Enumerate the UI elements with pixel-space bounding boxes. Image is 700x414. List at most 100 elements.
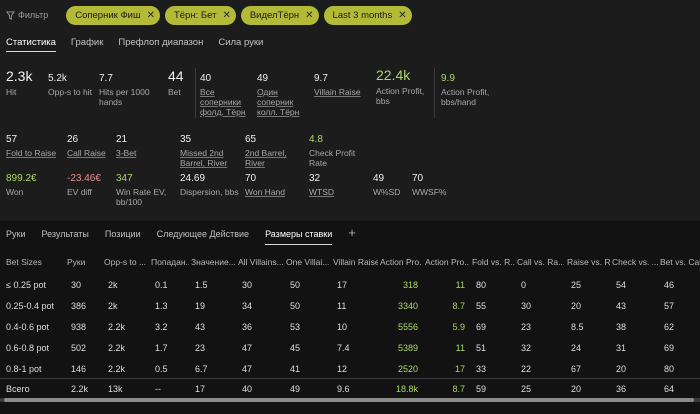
stat-action-profit: 22.4k Action Profit, bbs bbox=[376, 67, 434, 106]
stat-label: EV diff bbox=[67, 187, 92, 197]
stat-value: 70 bbox=[412, 173, 424, 184]
column-header[interactable]: Villain Raise bbox=[333, 257, 378, 267]
stat-label: Call Raise bbox=[67, 148, 106, 158]
table-cell: 2520 bbox=[397, 364, 418, 374]
table-row[interactable]: 0.6-0.8 pot 502 2.2k 1.7 23 47 45 7.4 5389 11 51 32… bbox=[0, 338, 700, 359]
stat-2nd-barrel[interactable]: 65 2nd Barrel, River bbox=[245, 134, 305, 168]
table-cell: 0.25-0.4 pot bbox=[6, 301, 55, 311]
column-header[interactable]: Руки bbox=[67, 257, 101, 267]
table-cell: 43 bbox=[616, 301, 627, 311]
table-cell: 11 bbox=[337, 301, 347, 311]
close-icon[interactable]: ✕ bbox=[147, 10, 155, 21]
table-cell: 36 bbox=[616, 384, 627, 394]
stat-value: 57 bbox=[6, 134, 18, 145]
close-icon[interactable]: ✕ bbox=[398, 10, 406, 21]
table-cell: 0.5 bbox=[155, 364, 168, 374]
filter-chip-period[interactable]: Last 3 months ✕ bbox=[323, 5, 412, 25]
column-header[interactable]: One Villai... bbox=[286, 257, 331, 267]
table-cell: 49 bbox=[290, 384, 301, 394]
stat-three-bet[interactable]: 21 3-Bet bbox=[116, 134, 166, 158]
filter-chip-opponent[interactable]: Соперник Фиш ✕ bbox=[66, 5, 160, 25]
chip-label: Last 3 months bbox=[332, 9, 393, 21]
table-cell: 2.2k bbox=[108, 322, 126, 332]
column-header[interactable]: Raise vs. R... bbox=[567, 257, 610, 267]
table-cell: 7.4 bbox=[337, 343, 350, 353]
scrollbar-thumb[interactable] bbox=[4, 398, 694, 402]
table-cell: 5556 bbox=[397, 322, 418, 332]
column-header[interactable]: Action Pro... bbox=[425, 257, 469, 267]
close-icon[interactable]: ✕ bbox=[222, 10, 230, 21]
stat-villain-raise[interactable]: 9.7 Villain Raise bbox=[314, 73, 374, 97]
stat-value: 40 bbox=[200, 73, 212, 84]
filter-chip-saw-turn[interactable]: ВиделТёрн ✕ bbox=[240, 5, 319, 25]
table-cell: 20 bbox=[571, 384, 582, 394]
stat-value: 5.2k bbox=[48, 73, 67, 84]
table-cell: 33 bbox=[476, 364, 487, 374]
tab-hand-strength[interactable]: Сила руки bbox=[218, 34, 263, 52]
table-cell: 31 bbox=[616, 343, 627, 353]
table-cell: 80 bbox=[664, 364, 675, 374]
close-icon[interactable]: ✕ bbox=[305, 10, 313, 21]
stat-value: 899.2€ bbox=[6, 173, 37, 184]
column-header[interactable]: Значение... bbox=[191, 257, 236, 267]
tab-statistics[interactable]: Статистика bbox=[6, 34, 56, 52]
stat-label: Won Hand bbox=[245, 187, 286, 197]
column-header[interactable]: All Villains... bbox=[238, 257, 284, 267]
tab-next-action[interactable]: Следующее Действие bbox=[157, 229, 249, 245]
table-cell: 2k bbox=[108, 280, 118, 290]
table-row[interactable]: 0.4-0.6 pot 938 2.2k 3.2 43 36 53 10 5556 5.9 69 23… bbox=[0, 317, 700, 338]
table-cell: 36 bbox=[242, 322, 253, 332]
tab-results[interactable]: Результаты bbox=[41, 229, 88, 245]
table-cell: 17 bbox=[195, 384, 206, 394]
column-header[interactable]: Check vs. ... bbox=[612, 257, 658, 267]
table-cell: 69 bbox=[664, 343, 675, 353]
column-header[interactable]: Bet Sizes bbox=[6, 257, 64, 267]
column-header[interactable]: Bet vs. Call bbox=[660, 257, 700, 267]
stat-fold-to-raise[interactable]: 57 Fold to Raise bbox=[6, 134, 66, 158]
tab-bet-sizes[interactable]: Размеры ставки bbox=[265, 229, 333, 245]
filter-button[interactable]: Фильтр bbox=[6, 10, 48, 20]
stat-call-raise[interactable]: 26 Call Raise bbox=[67, 134, 115, 158]
stat-win-rate-ev: 347 Win Rate EV, bb/100 bbox=[116, 173, 176, 207]
stat-value: 32 bbox=[309, 173, 321, 184]
table-total-row[interactable]: Всего 2.2k 13k -- 17 40 49 9.6 18.8k 8.7 59 25 20 36 6… bbox=[0, 378, 700, 399]
table-row[interactable]: 0.8-1 pot 146 2.2k 0.5 6.7 47 41 12 2520 17 33 22 67… bbox=[0, 359, 700, 380]
main-tabs: Статистика График Префлоп диапазон Сила … bbox=[6, 34, 278, 52]
stat-value: 21 bbox=[116, 134, 128, 145]
column-header[interactable]: Попадан... bbox=[151, 257, 189, 267]
table-cell: 1.3 bbox=[155, 301, 168, 311]
stat-one-opp-call[interactable]: 49 Один соперник колл. Тёрн bbox=[257, 73, 313, 117]
table-cell: 6.7 bbox=[195, 364, 208, 374]
stat-missed-2nd-barrel[interactable]: 35 Missed 2nd Barrel, River bbox=[180, 134, 240, 168]
table-cell: Всего bbox=[6, 384, 30, 394]
add-tab-button[interactable]: + bbox=[348, 225, 356, 245]
stat-won-hand[interactable]: 70 Won Hand bbox=[245, 173, 305, 197]
column-header[interactable]: Opp-s to ... bbox=[104, 257, 149, 267]
horizontal-scrollbar[interactable] bbox=[0, 398, 700, 402]
stat-all-opp-fold[interactable]: 40 Все соперники фолд. Тёрн bbox=[200, 73, 256, 117]
stat-label: Win Rate EV, bb/100 bbox=[116, 187, 167, 207]
stat-check-profit: 4.8 Check Profit Rate bbox=[309, 134, 369, 168]
filter-chip-turn-bet[interactable]: Тёрн: Бет ✕ bbox=[164, 5, 236, 25]
stat-wtsd[interactable]: 32 WTSD bbox=[309, 173, 369, 197]
stat-label: Fold to Raise bbox=[6, 148, 57, 158]
tab-hands[interactable]: Руки bbox=[6, 229, 25, 245]
column-header[interactable]: Action Pro... bbox=[380, 257, 422, 267]
table-cell: 11 bbox=[455, 280, 465, 290]
stat-label: Opp-s to hit bbox=[48, 87, 92, 97]
stat-label: WWSF% bbox=[412, 187, 447, 197]
chip-label: Тёрн: Бет bbox=[173, 9, 217, 21]
stat-value: 35 bbox=[180, 134, 192, 145]
table-cell: 2.2k bbox=[108, 343, 126, 353]
table-row[interactable]: 0.25-0.4 pot 386 2k 1.3 19 34 50 11 3340 8.7 55 30 2… bbox=[0, 296, 700, 317]
tab-preflop-range[interactable]: Префлоп диапазон bbox=[118, 34, 203, 52]
table-cell: 50 bbox=[290, 280, 301, 290]
column-header[interactable]: Call vs. Ra... bbox=[517, 257, 564, 267]
stat-value: 70 bbox=[245, 173, 257, 184]
table-cell: 0 bbox=[521, 280, 527, 290]
column-header[interactable]: Fold vs. R... bbox=[472, 257, 515, 267]
table-row[interactable]: ≤ 0.25 pot 30 2k 0.1 1.5 30 50 17 318 11 80 0 25 54 46 bbox=[0, 275, 700, 296]
tab-positions[interactable]: Позиции bbox=[105, 229, 141, 245]
tab-graph[interactable]: График bbox=[71, 34, 103, 52]
table-cell: 5.9 bbox=[452, 322, 465, 332]
